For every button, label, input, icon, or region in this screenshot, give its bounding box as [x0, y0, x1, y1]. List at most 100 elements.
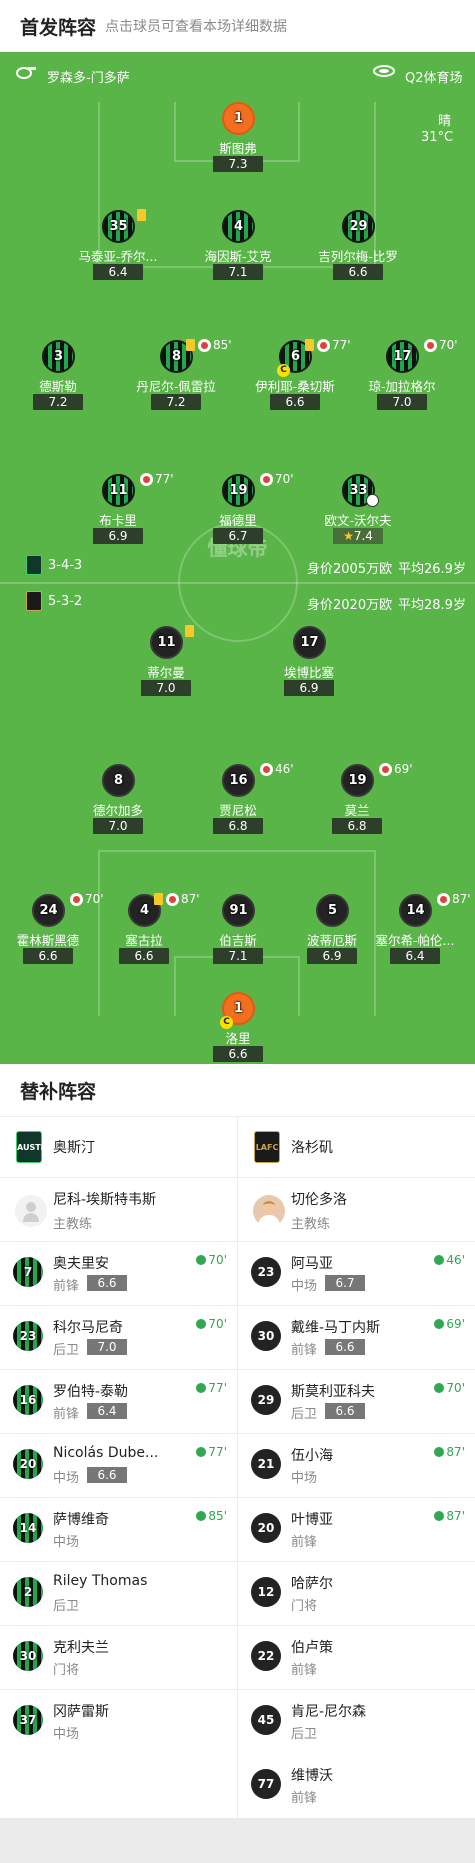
sub-in-time: 70' — [196, 1317, 227, 1331]
away-team-logo — [26, 591, 42, 611]
substitute-position: 中场 — [53, 1535, 80, 1550]
substitute-rating: 6.6 — [87, 1275, 127, 1291]
player-number: 19 — [348, 773, 367, 788]
substitute-name: 伯卢策 — [291, 1640, 333, 1656]
jersey-number-icon: 12 — [251, 1577, 281, 1607]
substitute-position: 前锋 — [291, 1663, 318, 1678]
away-substitute[interactable]: 20 叶博亚 前锋 87' — [238, 1497, 475, 1561]
player-name: 埃博比塞 — [283, 665, 334, 680]
away-substitute[interactable]: 29 斯莫利亚科夫 后卫 6.6 70' — [238, 1369, 475, 1433]
home-player[interactable]: 1 斯图弗 7.3 — [158, 102, 318, 182]
lineup-title: 首发阵容 — [20, 17, 97, 39]
away-player[interactable]: 19 69' 莫兰 6.8 — [277, 762, 437, 844]
substitute-position: 后卫 — [291, 1727, 318, 1742]
substitution-icon — [379, 763, 392, 776]
substitute-name: 冈萨雷斯 — [53, 1704, 109, 1720]
home-player[interactable]: 17 70' 琼-加拉格尔 7.0 — [322, 338, 475, 420]
home-substitute[interactable]: 2 Riley Thomas 后卫 — [0, 1561, 237, 1625]
away-team-row[interactable]: LAFC 洛杉矶 — [238, 1117, 475, 1177]
player-number: 19 — [229, 483, 248, 498]
substitute-position: 门将 — [53, 1663, 80, 1678]
home-substitute[interactable]: 7 奥夫里安 前锋 6.6 70' — [0, 1241, 237, 1305]
player-jersey-icon: 17 — [293, 626, 326, 659]
substitute-position: 后卫 — [53, 1599, 80, 1614]
lineup-header: 首发阵容 点击球员可查看本场详细数据 — [0, 0, 475, 52]
player-rating: 6.9 — [93, 528, 143, 544]
jersey-number-icon: 16 — [13, 1385, 43, 1415]
player-rating: 6.7 — [213, 528, 263, 544]
player-number: 91 — [229, 903, 248, 918]
player-rating: 6.4 — [390, 948, 440, 964]
substitute-rating: 7.0 — [87, 1339, 127, 1355]
substitute-position: 后卫 — [53, 1343, 80, 1358]
away-substitute[interactable]: 45 肯尼-尼尔森 后卫 — [238, 1689, 475, 1753]
away-substitute[interactable]: 23 阿马亚 中场 6.7 46' — [238, 1241, 475, 1305]
player-jersey-icon: 16 — [222, 764, 255, 797]
substitute-name: 斯莫利亚科夫 — [291, 1384, 375, 1400]
player-name: 蒂尔曼 — [147, 665, 185, 680]
home-team-row[interactable]: AUSTIN 奥斯汀 — [0, 1117, 237, 1177]
substitute-position: 前锋 — [291, 1791, 318, 1806]
home-market-value: 身价2005万欧 — [307, 562, 393, 577]
substitute-rating: 6.6 — [325, 1403, 365, 1419]
jersey-number-icon: 23 — [13, 1321, 43, 1351]
substitute-position: 前锋 — [291, 1343, 318, 1358]
player-number: 14 — [406, 903, 425, 918]
weather-text: 晴 — [438, 114, 452, 129]
substitutes-section: 替补阵容 AUSTIN 奥斯汀 LAFC 洛杉矶 尼科-埃斯特韦斯 主教练 切伦… — [0, 1064, 475, 1818]
away-player[interactable]: 14 87' 塞尔希-帕伦... 6.4 — [335, 892, 475, 974]
player-jersey-icon: 8 — [102, 764, 135, 797]
austin-logo: AUSTIN — [16, 1131, 50, 1163]
away-player[interactable]: 1 C 洛里 6.6 — [158, 992, 318, 1072]
player-number: 29 — [349, 219, 368, 234]
jersey-number-icon: 7 — [13, 1257, 43, 1287]
substitute-position: 中场 — [291, 1279, 318, 1294]
away-player[interactable]: 11 蒂尔曼 7.0 — [86, 625, 246, 706]
away-substitute[interactable]: 12 哈萨尔 门将 — [238, 1561, 475, 1625]
home-substitute[interactable]: 30 克利夫兰 门将 — [0, 1625, 237, 1689]
substitute-rating: 6.6 — [325, 1339, 365, 1355]
referee-name: 罗森多-门多萨 — [47, 71, 130, 86]
page-footer — [0, 1818, 475, 1863]
stadium-name: Q2体育场 — [405, 71, 463, 86]
away-avg-age: 平均28.9岁 — [398, 598, 466, 613]
jersey-number-icon: 2 — [13, 1577, 43, 1607]
away-player[interactable]: 17 埃博比塞 6.9 — [229, 626, 389, 706]
player-name: 莫兰 — [344, 803, 370, 818]
player-jersey-icon: 3 — [42, 340, 75, 373]
substitution-icon — [198, 339, 211, 352]
home-player[interactable]: 33 欧文-沃尔夫 ★7.4 — [278, 474, 438, 554]
jersey-number-icon: 30 — [251, 1321, 281, 1351]
substitute-name: 阿马亚 — [291, 1256, 333, 1272]
substitute-position: 前锋 — [53, 1407, 80, 1422]
substitution-time: 70' — [439, 338, 458, 352]
sub-in-time: 70' — [434, 1381, 465, 1395]
home-substitute[interactable]: 23 科尔马尼奇 后卫 7.0 70' — [0, 1305, 237, 1369]
yellow-card-icon — [137, 209, 146, 221]
away-substitute[interactable]: 30 戴维-马丁内斯 前锋 6.6 69' — [238, 1305, 475, 1369]
goal-ball-icon — [366, 494, 379, 507]
jersey-number-icon: 14 — [13, 1513, 43, 1543]
home-coach[interactable]: 尼科-埃斯特韦斯 主教练 — [0, 1177, 237, 1241]
away-substitute[interactable]: 21 伍小海 中场 87' — [238, 1433, 475, 1497]
substitute-name: 维博沃 — [291, 1768, 333, 1784]
home-substitute[interactable]: 37 冈萨雷斯 中场 — [0, 1689, 237, 1753]
away-substitute[interactable]: 77 维博沃 前锋 — [238, 1753, 475, 1817]
yellow-card-icon — [305, 339, 314, 351]
substitute-position: 后卫 — [291, 1407, 318, 1422]
substitute-name: Nicolás Dube... — [53, 1445, 159, 1461]
home-player[interactable]: 29 吉列尔梅-比罗 6.6 — [278, 210, 438, 290]
substitute-rating: 6.6 — [87, 1467, 127, 1483]
away-substitute[interactable]: 22 伯卢策 前锋 — [238, 1625, 475, 1689]
coach-avatar — [253, 1195, 285, 1227]
home-substitute[interactable]: 16 罗伯特-泰勒 前锋 6.4 77' — [0, 1369, 237, 1433]
away-coach[interactable]: 切伦多洛 主教练 — [238, 1177, 475, 1241]
player-number: 24 — [39, 903, 58, 918]
home-substitute[interactable]: 20 Nicolás Dube... 中场 6.6 77' — [0, 1433, 237, 1497]
home-substitute[interactable]: 14 萨博维奇 中场 85' — [0, 1497, 237, 1561]
substitution-time: 69' — [394, 762, 413, 776]
player-jersey-icon: 11 — [102, 474, 135, 507]
lafc-logo: LAFC — [254, 1131, 280, 1163]
substitute-name: 克利夫兰 — [53, 1640, 109, 1656]
substitute-name: 戴维-马丁内斯 — [291, 1320, 381, 1336]
